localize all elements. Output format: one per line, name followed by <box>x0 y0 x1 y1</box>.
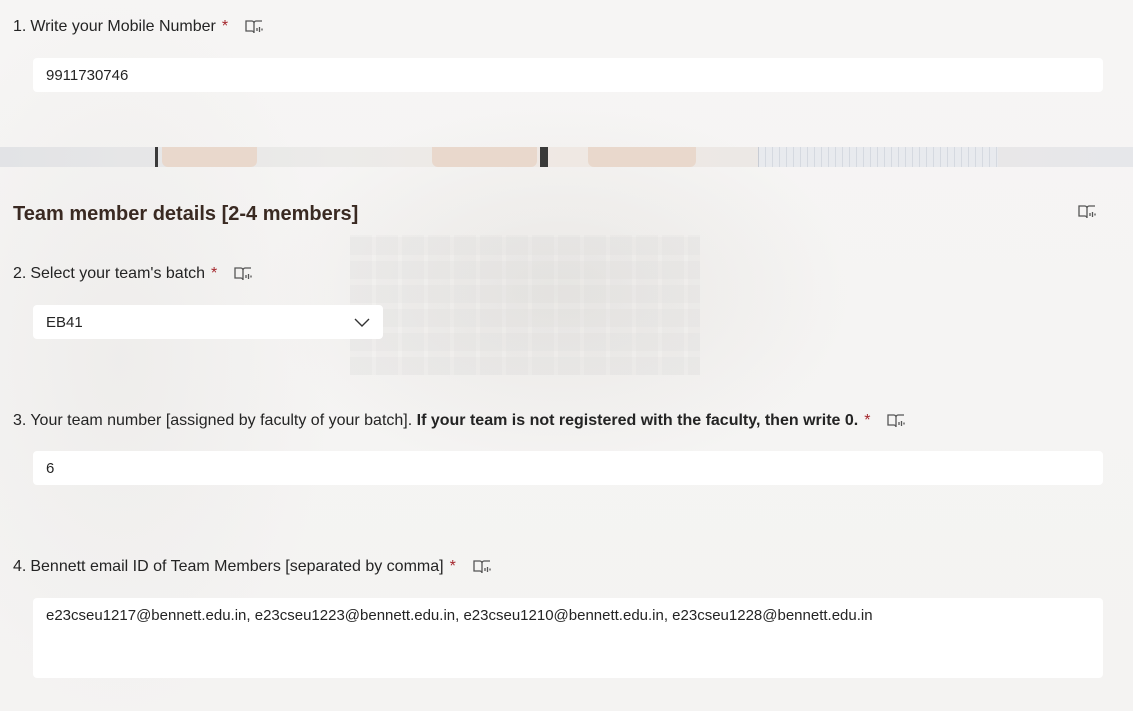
section-title: Team member details [2-4 members] <box>13 203 359 225</box>
batch-select[interactable]: EB41 <box>33 305 383 339</box>
question-number: 4. <box>13 558 27 575</box>
question-number: 3. <box>13 412 27 429</box>
question-label: Select your team's batch <box>30 265 206 282</box>
chevron-down-icon <box>354 314 370 331</box>
team-number-input[interactable]: 6 <box>33 451 1103 485</box>
immersive-reader-icon[interactable] <box>472 558 492 576</box>
required-asterisk: * <box>449 558 456 575</box>
immersive-reader-icon[interactable] <box>886 412 906 430</box>
immersive-reader-icon[interactable] <box>244 18 264 36</box>
team-emails-textarea[interactable]: e23cseu1217@bennett.edu.in, e23cseu1223@… <box>33 598 1103 678</box>
question-3-title: 3. Your team number [assigned by faculty… <box>13 411 906 431</box>
immersive-reader-icon[interactable] <box>233 265 253 283</box>
required-asterisk: * <box>864 412 871 429</box>
mobile-number-input[interactable]: 9911730746 <box>33 58 1103 92</box>
question-2-title: 2. Select your team's batch * <box>13 264 253 284</box>
background-photo-keyboard <box>350 235 700 375</box>
question-number: 1. <box>13 18 27 35</box>
question-label-emphasis: If your team is not registered with the … <box>416 412 859 429</box>
question-4-title: 4. Bennett email ID of Team Members [sep… <box>13 557 492 577</box>
question-number: 2. <box>13 265 27 282</box>
question-label: Write your Mobile Number <box>30 18 216 35</box>
background-photo-strip <box>0 147 1133 167</box>
required-asterisk: * <box>211 265 218 282</box>
batch-select-value: EB41 <box>46 313 83 331</box>
immersive-reader-icon[interactable] <box>1077 203 1097 221</box>
question-label: Bennett email ID of Team Members [separa… <box>30 558 444 575</box>
question-label: Your team number [assigned by faculty of… <box>30 412 417 429</box>
required-asterisk: * <box>221 18 229 35</box>
question-1-title: 1. Write your Mobile Number * <box>13 17 264 37</box>
